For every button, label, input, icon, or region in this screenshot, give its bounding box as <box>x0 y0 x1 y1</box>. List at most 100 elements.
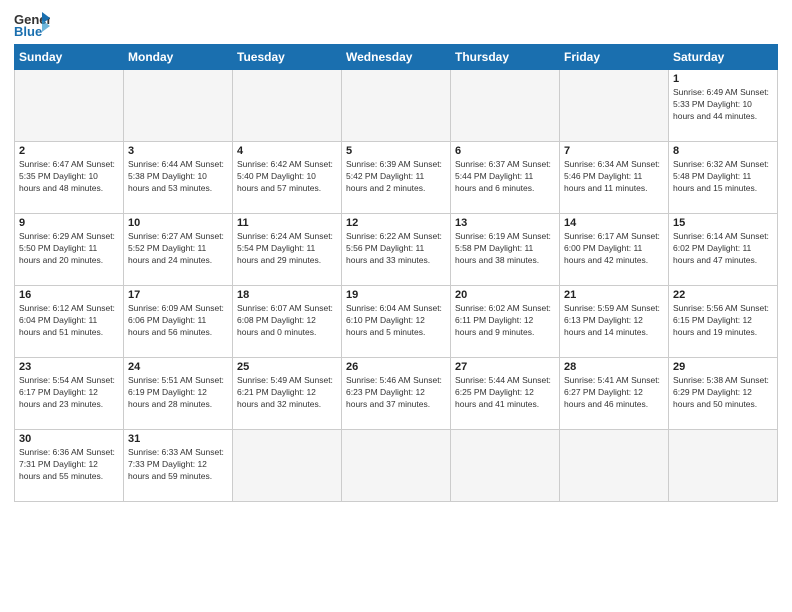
logo: General Blue <box>14 10 50 38</box>
weekday-header-row: SundayMondayTuesdayWednesdayThursdayFrid… <box>15 45 778 70</box>
day-info: Sunrise: 6:32 AM Sunset: 5:48 PM Dayligh… <box>673 159 773 195</box>
calendar-cell: 7 Sunrise: 6:34 AM Sunset: 5:46 PM Daylig… <box>560 142 669 214</box>
day-number: 21 <box>564 289 664 301</box>
day-info: Sunrise: 5:56 AM Sunset: 6:15 PM Dayligh… <box>673 303 773 339</box>
week-row-3: 16Sunrise: 6:12 AM Sunset: 6:04 PM Dayli… <box>15 286 778 358</box>
calendar-cell: 19Sunrise: 6:04 AM Sunset: 6:10 PM Dayli… <box>342 286 451 358</box>
calendar-cell <box>124 70 233 142</box>
week-row-5: 30Sunrise: 6:36 AM Sunset: 7:31 PM Dayli… <box>15 430 778 502</box>
calendar-cell <box>451 430 560 502</box>
calendar-cell <box>451 70 560 142</box>
calendar-cell: 28 Sunrise: 5:41 AM Sunset: 6:27 PM Dayli… <box>560 358 669 430</box>
calendar-cell <box>560 430 669 502</box>
day-info: Sunrise: 6:49 AM Sunset: 5:33 PM Dayligh… <box>673 87 773 123</box>
day-number: 5 <box>346 145 446 157</box>
day-number: 4 <box>237 145 337 157</box>
day-info: Sunrise: 6:44 AM Sunset: 5:38 PM Dayligh… <box>128 159 228 195</box>
svg-text:Blue: Blue <box>14 24 42 38</box>
day-number: 11 <box>237 217 337 229</box>
day-number: 30 <box>19 433 119 445</box>
weekday-header-friday: Friday <box>560 45 669 70</box>
day-info: Sunrise: 6:17 AM Sunset: 6:00 PM Dayligh… <box>564 231 664 267</box>
calendar-cell <box>560 70 669 142</box>
calendar-cell: 16Sunrise: 6:12 AM Sunset: 6:04 PM Dayli… <box>15 286 124 358</box>
day-number: 15 <box>673 217 773 229</box>
day-info: Sunrise: 5:51 AM Sunset: 6:19 PM Dayligh… <box>128 375 228 411</box>
calendar-cell: 8 Sunrise: 6:32 AM Sunset: 5:48 PM Daylig… <box>669 142 778 214</box>
day-info: Sunrise: 5:46 AM Sunset: 6:23 PM Dayligh… <box>346 375 446 411</box>
day-info: Sunrise: 5:59 AM Sunset: 6:13 PM Dayligh… <box>564 303 664 339</box>
calendar-cell: 26Sunrise: 5:46 AM Sunset: 6:23 PM Dayli… <box>342 358 451 430</box>
weekday-header-saturday: Saturday <box>669 45 778 70</box>
day-info: Sunrise: 6:29 AM Sunset: 5:50 PM Dayligh… <box>19 231 119 267</box>
calendar-cell: 23Sunrise: 5:54 AM Sunset: 6:17 PM Dayli… <box>15 358 124 430</box>
day-number: 31 <box>128 433 228 445</box>
week-row-4: 23Sunrise: 5:54 AM Sunset: 6:17 PM Dayli… <box>15 358 778 430</box>
week-row-0: 1 Sunrise: 6:49 AM Sunset: 5:33 PM Daylig… <box>15 70 778 142</box>
day-number: 20 <box>455 289 555 301</box>
calendar-cell: 15 Sunrise: 6:14 AM Sunset: 6:02 PM Dayli… <box>669 214 778 286</box>
day-info: Sunrise: 5:49 AM Sunset: 6:21 PM Dayligh… <box>237 375 337 411</box>
day-info: Sunrise: 6:33 AM Sunset: 7:33 PM Dayligh… <box>128 447 228 483</box>
day-number: 7 <box>564 145 664 157</box>
week-row-1: 2 Sunrise: 6:47 AM Sunset: 5:35 PM Daylig… <box>15 142 778 214</box>
day-number: 28 <box>564 361 664 373</box>
day-number: 27 <box>455 361 555 373</box>
calendar-cell: 10Sunrise: 6:27 AM Sunset: 5:52 PM Dayli… <box>124 214 233 286</box>
day-number: 13 <box>455 217 555 229</box>
day-number: 16 <box>19 289 119 301</box>
day-info: Sunrise: 6:04 AM Sunset: 6:10 PM Dayligh… <box>346 303 446 339</box>
calendar-cell: 24Sunrise: 5:51 AM Sunset: 6:19 PM Dayli… <box>124 358 233 430</box>
day-info: Sunrise: 6:27 AM Sunset: 5:52 PM Dayligh… <box>128 231 228 267</box>
calendar-cell: 25 Sunrise: 5:49 AM Sunset: 6:21 PM Dayli… <box>233 358 342 430</box>
calendar-cell: 9 Sunrise: 6:29 AM Sunset: 5:50 PM Daylig… <box>15 214 124 286</box>
day-info: Sunrise: 6:24 AM Sunset: 5:54 PM Dayligh… <box>237 231 337 267</box>
day-number: 14 <box>564 217 664 229</box>
day-number: 25 <box>237 361 337 373</box>
calendar-cell: 14 Sunrise: 6:17 AM Sunset: 6:00 PM Dayli… <box>560 214 669 286</box>
calendar-cell: 5 Sunrise: 6:39 AM Sunset: 5:42 PM Daylig… <box>342 142 451 214</box>
weekday-header-sunday: Sunday <box>15 45 124 70</box>
day-info: Sunrise: 5:41 AM Sunset: 6:27 PM Dayligh… <box>564 375 664 411</box>
day-info: Sunrise: 5:44 AM Sunset: 6:25 PM Dayligh… <box>455 375 555 411</box>
calendar-cell <box>233 70 342 142</box>
day-info: Sunrise: 6:07 AM Sunset: 6:08 PM Dayligh… <box>237 303 337 339</box>
day-number: 2 <box>19 145 119 157</box>
calendar-cell: 21 Sunrise: 5:59 AM Sunset: 6:13 PM Dayli… <box>560 286 669 358</box>
day-number: 22 <box>673 289 773 301</box>
calendar-cell: 12Sunrise: 6:22 AM Sunset: 5:56 PM Dayli… <box>342 214 451 286</box>
calendar: SundayMondayTuesdayWednesdayThursdayFrid… <box>14 44 778 502</box>
calendar-cell: 6Sunrise: 6:37 AM Sunset: 5:44 PM Daylig… <box>451 142 560 214</box>
day-info: Sunrise: 6:42 AM Sunset: 5:40 PM Dayligh… <box>237 159 337 195</box>
calendar-cell: 11 Sunrise: 6:24 AM Sunset: 5:54 PM Dayli… <box>233 214 342 286</box>
calendar-cell: 29Sunrise: 5:38 AM Sunset: 6:29 PM Dayli… <box>669 358 778 430</box>
day-info: Sunrise: 6:19 AM Sunset: 5:58 PM Dayligh… <box>455 231 555 267</box>
calendar-cell: 4 Sunrise: 6:42 AM Sunset: 5:40 PM Daylig… <box>233 142 342 214</box>
weekday-header-thursday: Thursday <box>451 45 560 70</box>
day-number: 3 <box>128 145 228 157</box>
calendar-cell: 3 Sunrise: 6:44 AM Sunset: 5:38 PM Daylig… <box>124 142 233 214</box>
calendar-cell <box>342 70 451 142</box>
logo-icon: General Blue <box>14 10 50 38</box>
day-info: Sunrise: 5:38 AM Sunset: 6:29 PM Dayligh… <box>673 375 773 411</box>
calendar-cell <box>342 430 451 502</box>
day-info: Sunrise: 6:22 AM Sunset: 5:56 PM Dayligh… <box>346 231 446 267</box>
day-info: Sunrise: 6:02 AM Sunset: 6:11 PM Dayligh… <box>455 303 555 339</box>
day-number: 8 <box>673 145 773 157</box>
week-row-2: 9 Sunrise: 6:29 AM Sunset: 5:50 PM Daylig… <box>15 214 778 286</box>
day-number: 18 <box>237 289 337 301</box>
calendar-cell: 2 Sunrise: 6:47 AM Sunset: 5:35 PM Daylig… <box>15 142 124 214</box>
day-info: Sunrise: 6:39 AM Sunset: 5:42 PM Dayligh… <box>346 159 446 195</box>
day-info: Sunrise: 6:34 AM Sunset: 5:46 PM Dayligh… <box>564 159 664 195</box>
calendar-cell <box>233 430 342 502</box>
calendar-cell: 13 Sunrise: 6:19 AM Sunset: 5:58 PM Dayli… <box>451 214 560 286</box>
day-info: Sunrise: 6:47 AM Sunset: 5:35 PM Dayligh… <box>19 159 119 195</box>
calendar-cell: 27 Sunrise: 5:44 AM Sunset: 6:25 PM Dayli… <box>451 358 560 430</box>
day-info: Sunrise: 6:14 AM Sunset: 6:02 PM Dayligh… <box>673 231 773 267</box>
day-info: Sunrise: 6:09 AM Sunset: 6:06 PM Dayligh… <box>128 303 228 339</box>
day-number: 17 <box>128 289 228 301</box>
day-number: 9 <box>19 217 119 229</box>
day-number: 1 <box>673 73 773 85</box>
calendar-cell: 17 Sunrise: 6:09 AM Sunset: 6:06 PM Dayli… <box>124 286 233 358</box>
day-info: Sunrise: 6:37 AM Sunset: 5:44 PM Dayligh… <box>455 159 555 195</box>
